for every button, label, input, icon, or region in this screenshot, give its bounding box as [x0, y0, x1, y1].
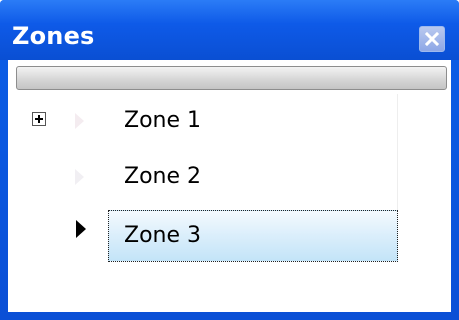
plus-expander-icon[interactable] — [32, 112, 46, 126]
tree-row-label: Zone 1 — [124, 108, 201, 133]
zones-window: Zones Zone 1 Zone 2 Zone 3 — [0, 0, 459, 320]
zones-tree: Zone 1 Zone 2 Zone 3 — [8, 94, 451, 312]
title-bar[interactable]: Zones — [0, 0, 459, 60]
tree-row-label: Zone 3 — [124, 223, 201, 248]
window-title: Zones — [12, 22, 95, 50]
zones-panel: Zone 1 Zone 2 Zone 3 — [8, 60, 451, 312]
tree-row-zone-1[interactable]: Zone 1 — [8, 94, 451, 150]
row-indicator-faded-icon — [75, 113, 84, 129]
row-indicator-arrow-icon — [76, 220, 86, 238]
column-header[interactable] — [16, 66, 447, 90]
tree-row-label: Zone 2 — [124, 164, 201, 189]
tree-row-zone-3[interactable]: Zone 3 — [8, 206, 451, 262]
row-indicator-faded-icon — [75, 169, 84, 185]
close-icon — [425, 32, 439, 46]
close-button[interactable] — [419, 26, 445, 52]
selected-cell[interactable]: Zone 3 — [108, 210, 398, 262]
tree-row-zone-2[interactable]: Zone 2 — [8, 150, 451, 206]
